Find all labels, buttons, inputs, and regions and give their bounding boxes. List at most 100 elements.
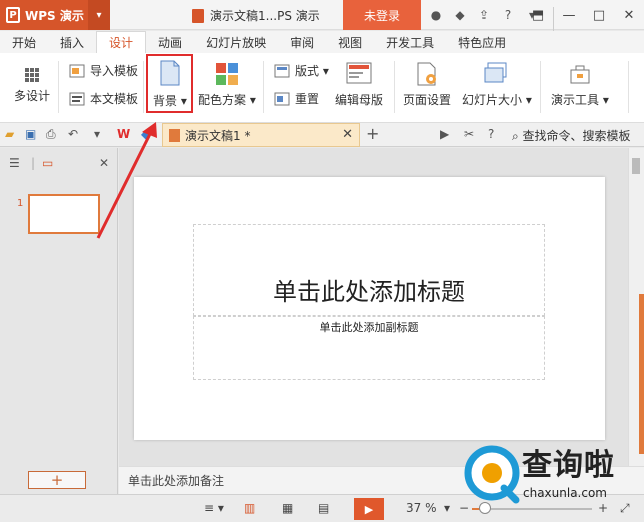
app-menu-button[interactable]: P WPS 演示 ▾ bbox=[0, 0, 110, 30]
save-icon[interactable]: ▣ bbox=[25, 127, 36, 141]
maximize-icon[interactable]: □ bbox=[584, 0, 614, 30]
tab-design[interactable]: 设计 bbox=[96, 31, 147, 53]
zoom-level: 37 % bbox=[406, 501, 437, 515]
share-icon[interactable]: ⇪ bbox=[476, 7, 492, 23]
cube-icon[interactable]: ◆ bbox=[452, 7, 468, 23]
skin-icon[interactable]: ● bbox=[428, 7, 444, 23]
divider bbox=[143, 61, 144, 113]
doc-title-text: 演示文稿1...PS 演示 bbox=[210, 9, 320, 23]
cube-icon[interactable]: ◆ bbox=[141, 127, 150, 141]
tab-features[interactable]: 特色应用 bbox=[446, 31, 518, 53]
text-template-label: 本文模板 bbox=[90, 92, 139, 106]
presenter-icon[interactable]: ▶ bbox=[440, 127, 449, 141]
design-ribbon: 多设计 导入模板 本文模板 背景 ▾ 配色方案 ▾ 版式 ▾ 重置 编辑母版 页… bbox=[0, 53, 644, 123]
chevron-down-icon[interactable]: ▾ bbox=[444, 501, 450, 515]
page-setup-button[interactable]: 页面设置 bbox=[403, 62, 451, 108]
tab-slideshow[interactable]: 幻灯片放映 bbox=[194, 31, 278, 53]
vertical-scrollbar[interactable] bbox=[628, 148, 644, 466]
plus-icon: + bbox=[50, 471, 64, 489]
normal-view-icon[interactable]: ▥ bbox=[244, 501, 255, 515]
tab-home[interactable]: 开始 bbox=[0, 31, 48, 53]
color-scheme-icon bbox=[215, 63, 238, 85]
chevron-down-icon[interactable]: ▾ bbox=[94, 127, 100, 141]
edit-master-label: 编辑母版 bbox=[335, 93, 384, 107]
undo-icon[interactable]: ↶ bbox=[68, 127, 78, 141]
document-tab[interactable]: 演示文稿1 * ✕ bbox=[162, 123, 360, 147]
close-icon[interactable]: ✕ bbox=[614, 0, 644, 30]
tab-view[interactable]: 视图 bbox=[326, 31, 374, 53]
edit-master-button[interactable]: 编辑母版 bbox=[335, 62, 383, 108]
grid-icon bbox=[25, 68, 39, 82]
close-icon[interactable]: ✕ bbox=[99, 156, 109, 170]
help-icon[interactable]: ? bbox=[500, 7, 516, 23]
tab-review[interactable]: 审阅 bbox=[278, 31, 326, 53]
add-slide-button[interactable]: + bbox=[28, 471, 86, 489]
slide-thumbnail[interactable] bbox=[28, 194, 100, 234]
command-search-label: 查找命令、搜索模板 bbox=[522, 129, 631, 143]
slide-size-icon bbox=[484, 62, 507, 83]
layout-label-wrap: 版式 ▾ bbox=[295, 64, 329, 78]
app-name: WPS 演示 bbox=[25, 8, 84, 23]
divider bbox=[263, 61, 264, 113]
title-bar: P WPS 演示 ▾ 演示文稿1...PS 演示 未登录 ● ◆ ⇪ ? ▾ ⬒… bbox=[0, 0, 644, 37]
layout-label: 版式 bbox=[295, 64, 320, 78]
slides-tab-icon[interactable]: ▭ bbox=[42, 156, 53, 170]
wps-logo-icon: P bbox=[6, 7, 20, 23]
restore-icon[interactable]: ⬒ bbox=[523, 0, 553, 30]
slide-number: 1 bbox=[17, 198, 24, 209]
title-placeholder-text: 单击此处添加标题 bbox=[273, 278, 465, 306]
tab-developer[interactable]: 开发工具 bbox=[374, 31, 446, 53]
pin-icon[interactable]: ✂ bbox=[464, 127, 474, 141]
background-highlight-box bbox=[146, 54, 193, 113]
slide-size-label: 幻灯片大小 bbox=[462, 93, 523, 107]
present-tools-button[interactable]: 演示工具 ▾ bbox=[551, 62, 609, 108]
divider bbox=[58, 61, 59, 113]
slide-thumbnail-panel: ☰ | ▭ ✕ 1 + bbox=[0, 148, 118, 494]
wps-home-icon[interactable]: W bbox=[117, 127, 130, 141]
document-tab-label: 演示文稿1 * bbox=[185, 128, 251, 143]
outline-tab-icon[interactable]: ☰ bbox=[9, 156, 20, 170]
import-template-button[interactable]: 导入模板 bbox=[69, 62, 138, 79]
edit-master-icon bbox=[346, 62, 372, 84]
text-template-button[interactable]: 本文模板 bbox=[69, 90, 138, 107]
reading-view-icon[interactable]: ▤ bbox=[318, 501, 329, 515]
multi-design-label: 多设计 bbox=[14, 89, 51, 103]
side-accent-bar bbox=[639, 294, 644, 454]
subtitle-placeholder[interactable]: 单击此处添加副标题 bbox=[193, 316, 545, 380]
tab-animation[interactable]: 动画 bbox=[146, 31, 194, 53]
help-icon[interactable]: ? bbox=[488, 127, 494, 141]
folder-icon[interactable]: ▰ bbox=[5, 127, 14, 141]
notes-placeholder: 单击此处添加备注 bbox=[128, 474, 225, 488]
close-icon[interactable]: ✕ bbox=[342, 127, 353, 142]
print-icon[interactable]: ⎙ bbox=[46, 127, 56, 142]
new-tab-icon[interactable]: + bbox=[366, 124, 379, 143]
title-placeholder[interactable]: 单击此处添加标题 bbox=[193, 224, 545, 316]
tab-insert[interactable]: 插入 bbox=[48, 31, 96, 53]
subtitle-placeholder-text: 单击此处添加副标题 bbox=[319, 321, 419, 334]
document-tab-icon bbox=[169, 129, 180, 142]
color-scheme-button[interactable]: 配色方案 ▾ bbox=[198, 62, 256, 108]
play-slideshow-button[interactable]: ▶ bbox=[354, 498, 384, 520]
reset-button[interactable]: 重置 bbox=[274, 90, 319, 107]
divider bbox=[394, 61, 395, 113]
slide-sorter-icon[interactable]: ▦ bbox=[282, 501, 293, 515]
window-controls: ⬒ — □ ✕ bbox=[523, 0, 644, 37]
reset-label: 重置 bbox=[295, 92, 320, 106]
layout-button[interactable]: 版式 ▾ bbox=[274, 62, 329, 79]
toolbox-icon bbox=[570, 65, 590, 84]
chevron-down-icon[interactable]: ▾ bbox=[88, 0, 110, 30]
slide-editor: 单击此处添加标题 单击此处添加副标题 bbox=[119, 148, 628, 466]
slide-canvas[interactable]: 单击此处添加标题 单击此处添加副标题 bbox=[134, 177, 605, 440]
command-search[interactable]: ⌕ 查找命令、搜索模板 bbox=[512, 127, 631, 144]
slide-size-button[interactable]: 幻灯片大小 ▾ bbox=[462, 62, 532, 108]
play-icon: ▶ bbox=[364, 502, 374, 516]
login-button[interactable]: 未登录 bbox=[343, 0, 421, 30]
minimize-icon[interactable]: — bbox=[554, 0, 584, 30]
page-setup-icon bbox=[417, 62, 436, 86]
watermark-title: 查询啦 bbox=[522, 448, 615, 483]
notes-toggle-icon[interactable]: ≡ ▾ bbox=[204, 501, 224, 515]
divider: | bbox=[31, 156, 36, 170]
color-scheme-label-wrap: 配色方案 ▾ bbox=[198, 93, 256, 107]
multi-design-button[interactable]: 多设计 bbox=[14, 67, 50, 104]
scrollbar-thumb[interactable] bbox=[632, 158, 640, 174]
